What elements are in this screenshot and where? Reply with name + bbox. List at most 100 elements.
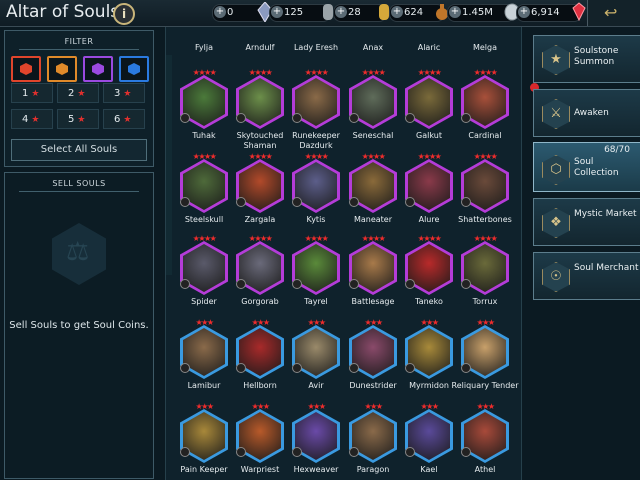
awaken-button[interactable]: ⚔ Awaken <box>533 89 640 137</box>
affinity-icon <box>180 363 190 373</box>
scales-icon: ⚖ <box>52 223 106 285</box>
back-button[interactable]: ↩ <box>587 0 640 26</box>
add-gems-icon[interactable]: + <box>518 6 530 18</box>
add-silver-icon[interactable]: + <box>449 6 461 18</box>
affinity-icon <box>236 279 246 289</box>
affinity-icon <box>349 447 359 457</box>
currency-silver-keys[interactable]: + 125 <box>269 4 333 22</box>
affinity-icon <box>292 363 302 373</box>
soul-name: Cardinal <box>468 131 502 140</box>
rank-stars: ★★★★ <box>304 152 329 161</box>
soulstone-icon: ★ <box>542 45 570 75</box>
mystic-market-label: Mystic Market <box>574 209 637 219</box>
affinity-icon <box>349 363 359 373</box>
currency-silver-value: 1.45M <box>462 7 493 18</box>
currency-silver[interactable]: + 1.45M <box>447 3 520 22</box>
rank-stars: ★★★★ <box>192 68 217 77</box>
filter-rank-4[interactable]: 4 ★ <box>11 109 53 129</box>
currency-gold-keys[interactable]: + 28 <box>333 4 389 22</box>
affinity-icon <box>461 197 471 207</box>
affinity-icon <box>180 197 190 207</box>
filter-rank-1[interactable]: 1 ★ <box>11 83 53 103</box>
soul-collection-count: 68/70 <box>604 145 630 155</box>
filter-rank-3[interactable]: 3 ★ <box>103 83 145 103</box>
rank-stars: ★★★ <box>251 402 270 411</box>
rank-stars: ★★★ <box>476 318 495 327</box>
soul-grid[interactable]: Fylja Arndulf Lady Eresh Anax Alaric Melga ★★★… <box>165 27 522 480</box>
affinity-icon <box>236 197 246 207</box>
star-icon: ★ <box>123 115 132 125</box>
affinity-filter-row <box>11 56 149 82</box>
rank-stars: ★★★★ <box>473 152 498 161</box>
soul-collection-button[interactable]: 68/70 ⬡ Soul Collection <box>533 142 640 192</box>
filter-panel: FILTER 1 ★ 2 ★ 3 ★ 4 ★ 5 ★ 6 ★ Select All Soul… <box>4 30 154 167</box>
affinity-icon <box>405 363 415 373</box>
affinity-icon <box>236 447 246 457</box>
currency-energy[interactable]: + 0 <box>212 2 273 22</box>
filter-rank-6[interactable]: 6 ★ <box>103 109 145 129</box>
currency-gold-keys-value: 28 <box>348 7 361 18</box>
rank-stars: ★★★★ <box>248 152 273 161</box>
soulstone-summon-button[interactable]: ★ Soulstone Summon <box>533 35 640 83</box>
affinity-icon <box>461 279 471 289</box>
soul-name: Athel <box>474 465 496 474</box>
currency-energy-value: 0 <box>227 7 234 18</box>
mystic-market-icon: ❖ <box>542 208 570 238</box>
soul-name: Shatterbones <box>458 215 512 224</box>
add-potions-icon[interactable]: + <box>391 6 403 18</box>
filter-void-affinity[interactable] <box>83 56 113 82</box>
select-all-souls-button[interactable]: Select All Souls <box>11 139 147 161</box>
affinity-icon <box>349 197 359 207</box>
sell-souls-hint: Sell Souls to get Soul Coins. <box>9 320 149 331</box>
rank-stars: ★★★★ <box>304 68 329 77</box>
rank-label: 2 <box>68 88 75 99</box>
affinity-icon <box>349 279 359 289</box>
affinity-icon <box>292 113 302 123</box>
filter-magic-affinity[interactable] <box>119 56 149 82</box>
affinity-icon <box>292 447 302 457</box>
affinity-icon <box>405 197 415 207</box>
sell-souls-heading: SELL SOULS <box>52 179 106 188</box>
rank-stars: ★★★ <box>420 402 439 411</box>
rank-stars: ★★★★ <box>473 234 498 243</box>
awaken-label: Awaken <box>574 108 609 118</box>
affinity-icon <box>236 363 246 373</box>
add-energy-icon[interactable]: + <box>214 6 226 18</box>
grid-scrollbar[interactable] <box>166 55 172 275</box>
star-icon: ★ <box>77 115 86 125</box>
currency-gems[interactable]: + 6,914 <box>516 2 586 22</box>
rank-label: 5 <box>68 114 75 125</box>
rank-stars: ★★★★ <box>417 68 442 77</box>
add-silver-keys-icon[interactable]: + <box>271 6 283 18</box>
affinity-icon <box>180 113 190 123</box>
rank-stars: ★★★ <box>307 318 326 327</box>
force-affinity-icon <box>20 63 32 75</box>
rank-label: 6 <box>114 114 121 125</box>
filter-rank-2[interactable]: 2 ★ <box>57 83 99 103</box>
filter-spirit-affinity[interactable] <box>47 56 77 82</box>
soul-name: Torrux <box>472 297 498 306</box>
filter-force-affinity[interactable] <box>11 56 41 82</box>
affinity-icon <box>292 279 302 289</box>
rank-stars: ★★★★ <box>192 234 217 243</box>
currency-silver-keys-value: 125 <box>284 7 304 18</box>
soul-merchant-icon: ☉ <box>542 262 570 292</box>
affinity-icon <box>180 279 190 289</box>
soul-merchant-button[interactable]: ☉ Soul Merchant <box>533 252 640 300</box>
rank-stars: ★★★★ <box>417 234 442 243</box>
filter-rank-5[interactable]: 5 ★ <box>57 109 99 129</box>
info-button[interactable]: i <box>113 3 135 25</box>
affinity-icon <box>180 447 190 457</box>
rank-stars: ★★★★ <box>417 152 442 161</box>
rank-stars: ★★★ <box>420 318 439 327</box>
mystic-market-button[interactable]: ❖ Mystic Market <box>533 198 640 246</box>
rank-stars: ★★★ <box>364 318 383 327</box>
soul-name: Reliquary Tender <box>451 381 519 390</box>
currency-potions[interactable]: + 624 <box>389 4 448 22</box>
affinity-icon <box>405 279 415 289</box>
add-gold-keys-icon[interactable]: + <box>335 6 347 18</box>
void-affinity-icon <box>92 63 104 75</box>
rank-stars: ★★★★ <box>361 68 386 77</box>
awaken-helmet-icon: ⚔ <box>542 99 570 129</box>
sell-souls-panel: SELL SOULS ⚖ Sell Souls to get Soul Coin… <box>4 172 154 479</box>
